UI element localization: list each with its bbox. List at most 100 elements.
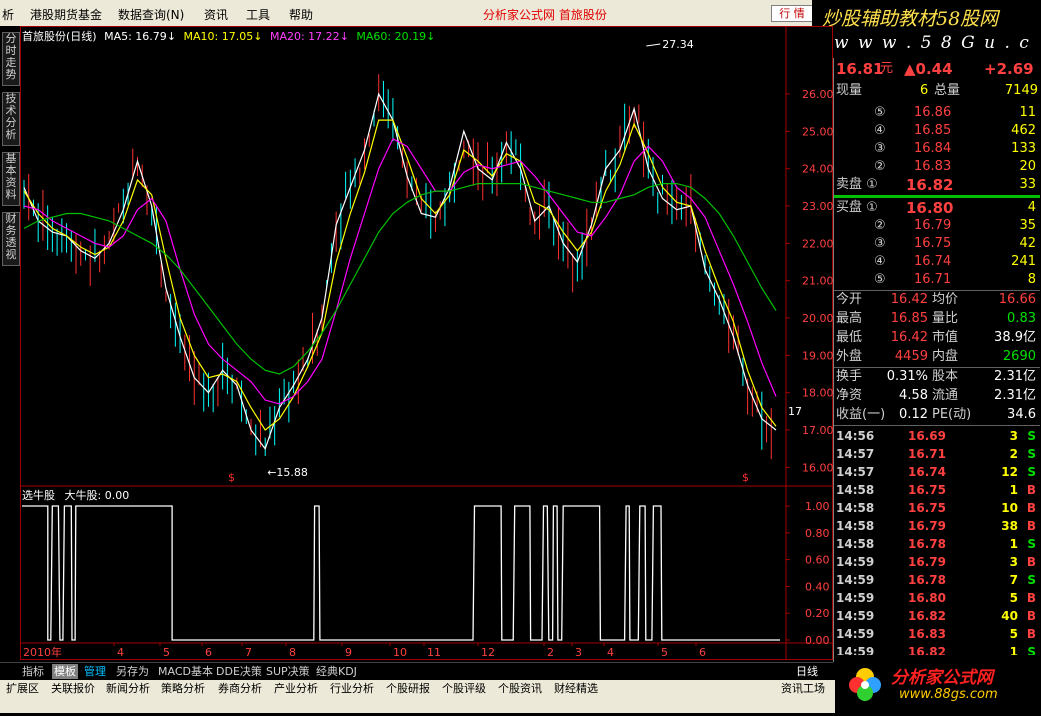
tab-technical[interactable]: 技术分析 [2, 92, 20, 146]
tick-volume: 38 [1001, 519, 1018, 533]
y-tick-label: 23.00 [802, 200, 833, 213]
tab-save-as[interactable]: 另存为 [114, 664, 151, 679]
stat-label: 外盘 [836, 349, 863, 364]
stat-row: 最高 16.85 量比 0.83 [834, 310, 1040, 328]
stat-value: 16.42 [890, 292, 928, 307]
ask-volume: 133 [1011, 141, 1036, 156]
menu-item-help[interactable]: 帮助 [289, 6, 313, 23]
bid-label: ⑤ [874, 272, 886, 287]
indicator-name: 选牛股 [22, 489, 55, 502]
menu-item-hk-futures[interactable]: 港股期货基金 [30, 6, 102, 23]
tick-volume: 12 [1001, 465, 1018, 479]
ask-volume: 33 [1019, 177, 1036, 192]
ask-row: ⑤ 16.86 11 [834, 104, 1040, 122]
tick-side: S [1027, 447, 1036, 461]
status-tab-sector[interactable]: 行业分析 [330, 682, 374, 696]
menu-item-data-query[interactable]: 数据查询(N) [118, 6, 184, 23]
ma20-label: MA20: 17.22 [269, 30, 340, 43]
indicator-y-tick-label: 0.40 [805, 580, 830, 593]
tick-time: 14:57 [836, 447, 875, 461]
site-logo-top: 炒股辅助教材58股网 w w w . 5 8 G u . c o m [812, 0, 1041, 73]
bid-ask-divider [834, 195, 1040, 198]
ma-line-ma20 [23, 137, 777, 405]
tick-price: 16.78 [908, 537, 946, 551]
indicator-y-tick-label: 0.80 [805, 527, 830, 540]
menu-item-news[interactable]: 资讯 [204, 6, 228, 23]
tick-row: 14:59 16.83 5 B [834, 625, 1040, 643]
x-tick-label: 6 [205, 646, 212, 659]
ask-row: ② 16.83 20 [834, 158, 1040, 176]
status-tab-strategy[interactable]: 策略分析 [161, 682, 205, 696]
bid-price: 16.79 [914, 218, 952, 233]
tab-macd[interactable]: MACD基本 [156, 664, 215, 679]
bid-price: 16.74 [914, 254, 952, 269]
status-tab-rating[interactable]: 个股评级 [442, 682, 486, 696]
tick-row: 14:59 16.80 5 B [834, 589, 1040, 607]
tick-volume: 40 [1001, 609, 1018, 623]
tick-volume: 3 [1009, 429, 1018, 443]
tick-row: 14:58 16.79 38 B [834, 517, 1040, 535]
chart-area[interactable]: 26.0025.0024.0023.0022.0021.0020.0019.00… [20, 26, 833, 660]
x-tick-label: 5 [661, 646, 668, 659]
tab-template[interactable]: 模板 [52, 664, 78, 679]
last-price: 16.81 [836, 60, 884, 78]
menu-item-analysis[interactable]: 析 [2, 6, 14, 23]
x-tick-label: 5 [163, 646, 170, 659]
indicator-y-tick-label: 0.20 [805, 607, 830, 620]
tick-side: B [1026, 501, 1036, 515]
ask-row: 卖盘 ① 16.82 33 [834, 176, 1040, 194]
price-unit: 元 [880, 61, 894, 76]
tab-kdj[interactable]: 经典KDJ [314, 664, 359, 679]
stat-row: 外盘 4459 内盘 2690 [834, 348, 1040, 366]
tick-side: S [1027, 537, 1036, 551]
quote-button[interactable]: 行 情 [771, 5, 813, 22]
tab-manage[interactable]: 管理 [82, 664, 108, 679]
fin-label: 流通 [932, 388, 959, 403]
menu-item-tools[interactable]: 工具 [246, 6, 270, 23]
tick-time: 14:58 [836, 519, 875, 533]
status-tab-finance-picks[interactable]: 财经精选 [554, 682, 598, 696]
indicator-toolbar: 指标 模板 管理 另存为 MACD基本 DDE决策 SUP决策 经典KDJ 日线 [0, 662, 833, 681]
tick-time: 14:57 [836, 465, 875, 479]
window-title: 分析家公式网 首旅股份 [483, 8, 607, 22]
tab-financials[interactable]: 财务透视 [2, 212, 20, 266]
ask-volume: 462 [1011, 123, 1036, 138]
x-tick-label: 9 [345, 646, 352, 659]
tick-price: 16.82 [908, 609, 946, 623]
tick-side: B [1026, 591, 1036, 605]
tab-indicator[interactable]: 指标 [20, 664, 46, 679]
status-tab-news-analysis[interactable]: 新闻分析 [106, 682, 150, 696]
tick-side: S [1027, 465, 1036, 479]
status-tab-related-quotes[interactable]: 关联报价 [51, 682, 95, 696]
x-tick-label: 3 [575, 646, 582, 659]
dividend-marker-icon: $ [742, 471, 749, 484]
ask-volume: 20 [1019, 159, 1036, 174]
bottom-logo-text: 分析家公式网 [891, 668, 993, 688]
tab-fundamentals[interactable]: 基本资料 [2, 152, 20, 206]
tab-intraday[interactable]: 分时走势 [2, 32, 20, 86]
tick-time: 14:58 [836, 483, 875, 497]
tab-sup[interactable]: SUP决策 [264, 664, 312, 679]
ma10-arrow-icon: ↓ [253, 30, 263, 43]
stat-value: 38.9亿 [994, 330, 1036, 345]
last-price-marker: 17 [788, 405, 802, 418]
bid-label: 买盘 ① [836, 200, 878, 215]
y-tick-label: 18.00 [802, 387, 833, 400]
status-tab-expand[interactable]: 扩展区 [6, 682, 39, 696]
fin-row: 收益(一) 0.12 PE(动) 34.6 [834, 406, 1040, 424]
status-tab-industry-chain[interactable]: 产业分析 [274, 682, 318, 696]
stat-value: 0.83 [1007, 311, 1036, 326]
status-tab-stock-news[interactable]: 个股资讯 [498, 682, 542, 696]
status-tab-research[interactable]: 个股研报 [386, 682, 430, 696]
tick-volume: 5 [1009, 591, 1018, 605]
tick-row: 14:57 16.71 2 S [834, 445, 1040, 463]
tick-side: B [1026, 519, 1036, 533]
status-info-workshop[interactable]: 资讯工场 [781, 682, 825, 696]
period-label[interactable]: 日线 [794, 664, 820, 679]
ask-price: 16.86 [914, 105, 952, 120]
tick-time: 14:59 [836, 555, 875, 569]
fin-value: 2.31亿 [994, 388, 1036, 403]
tab-dde[interactable]: DDE决策 [214, 664, 264, 679]
y-tick-label: 24.00 [802, 163, 833, 176]
status-tab-broker[interactable]: 券商分析 [218, 682, 262, 696]
